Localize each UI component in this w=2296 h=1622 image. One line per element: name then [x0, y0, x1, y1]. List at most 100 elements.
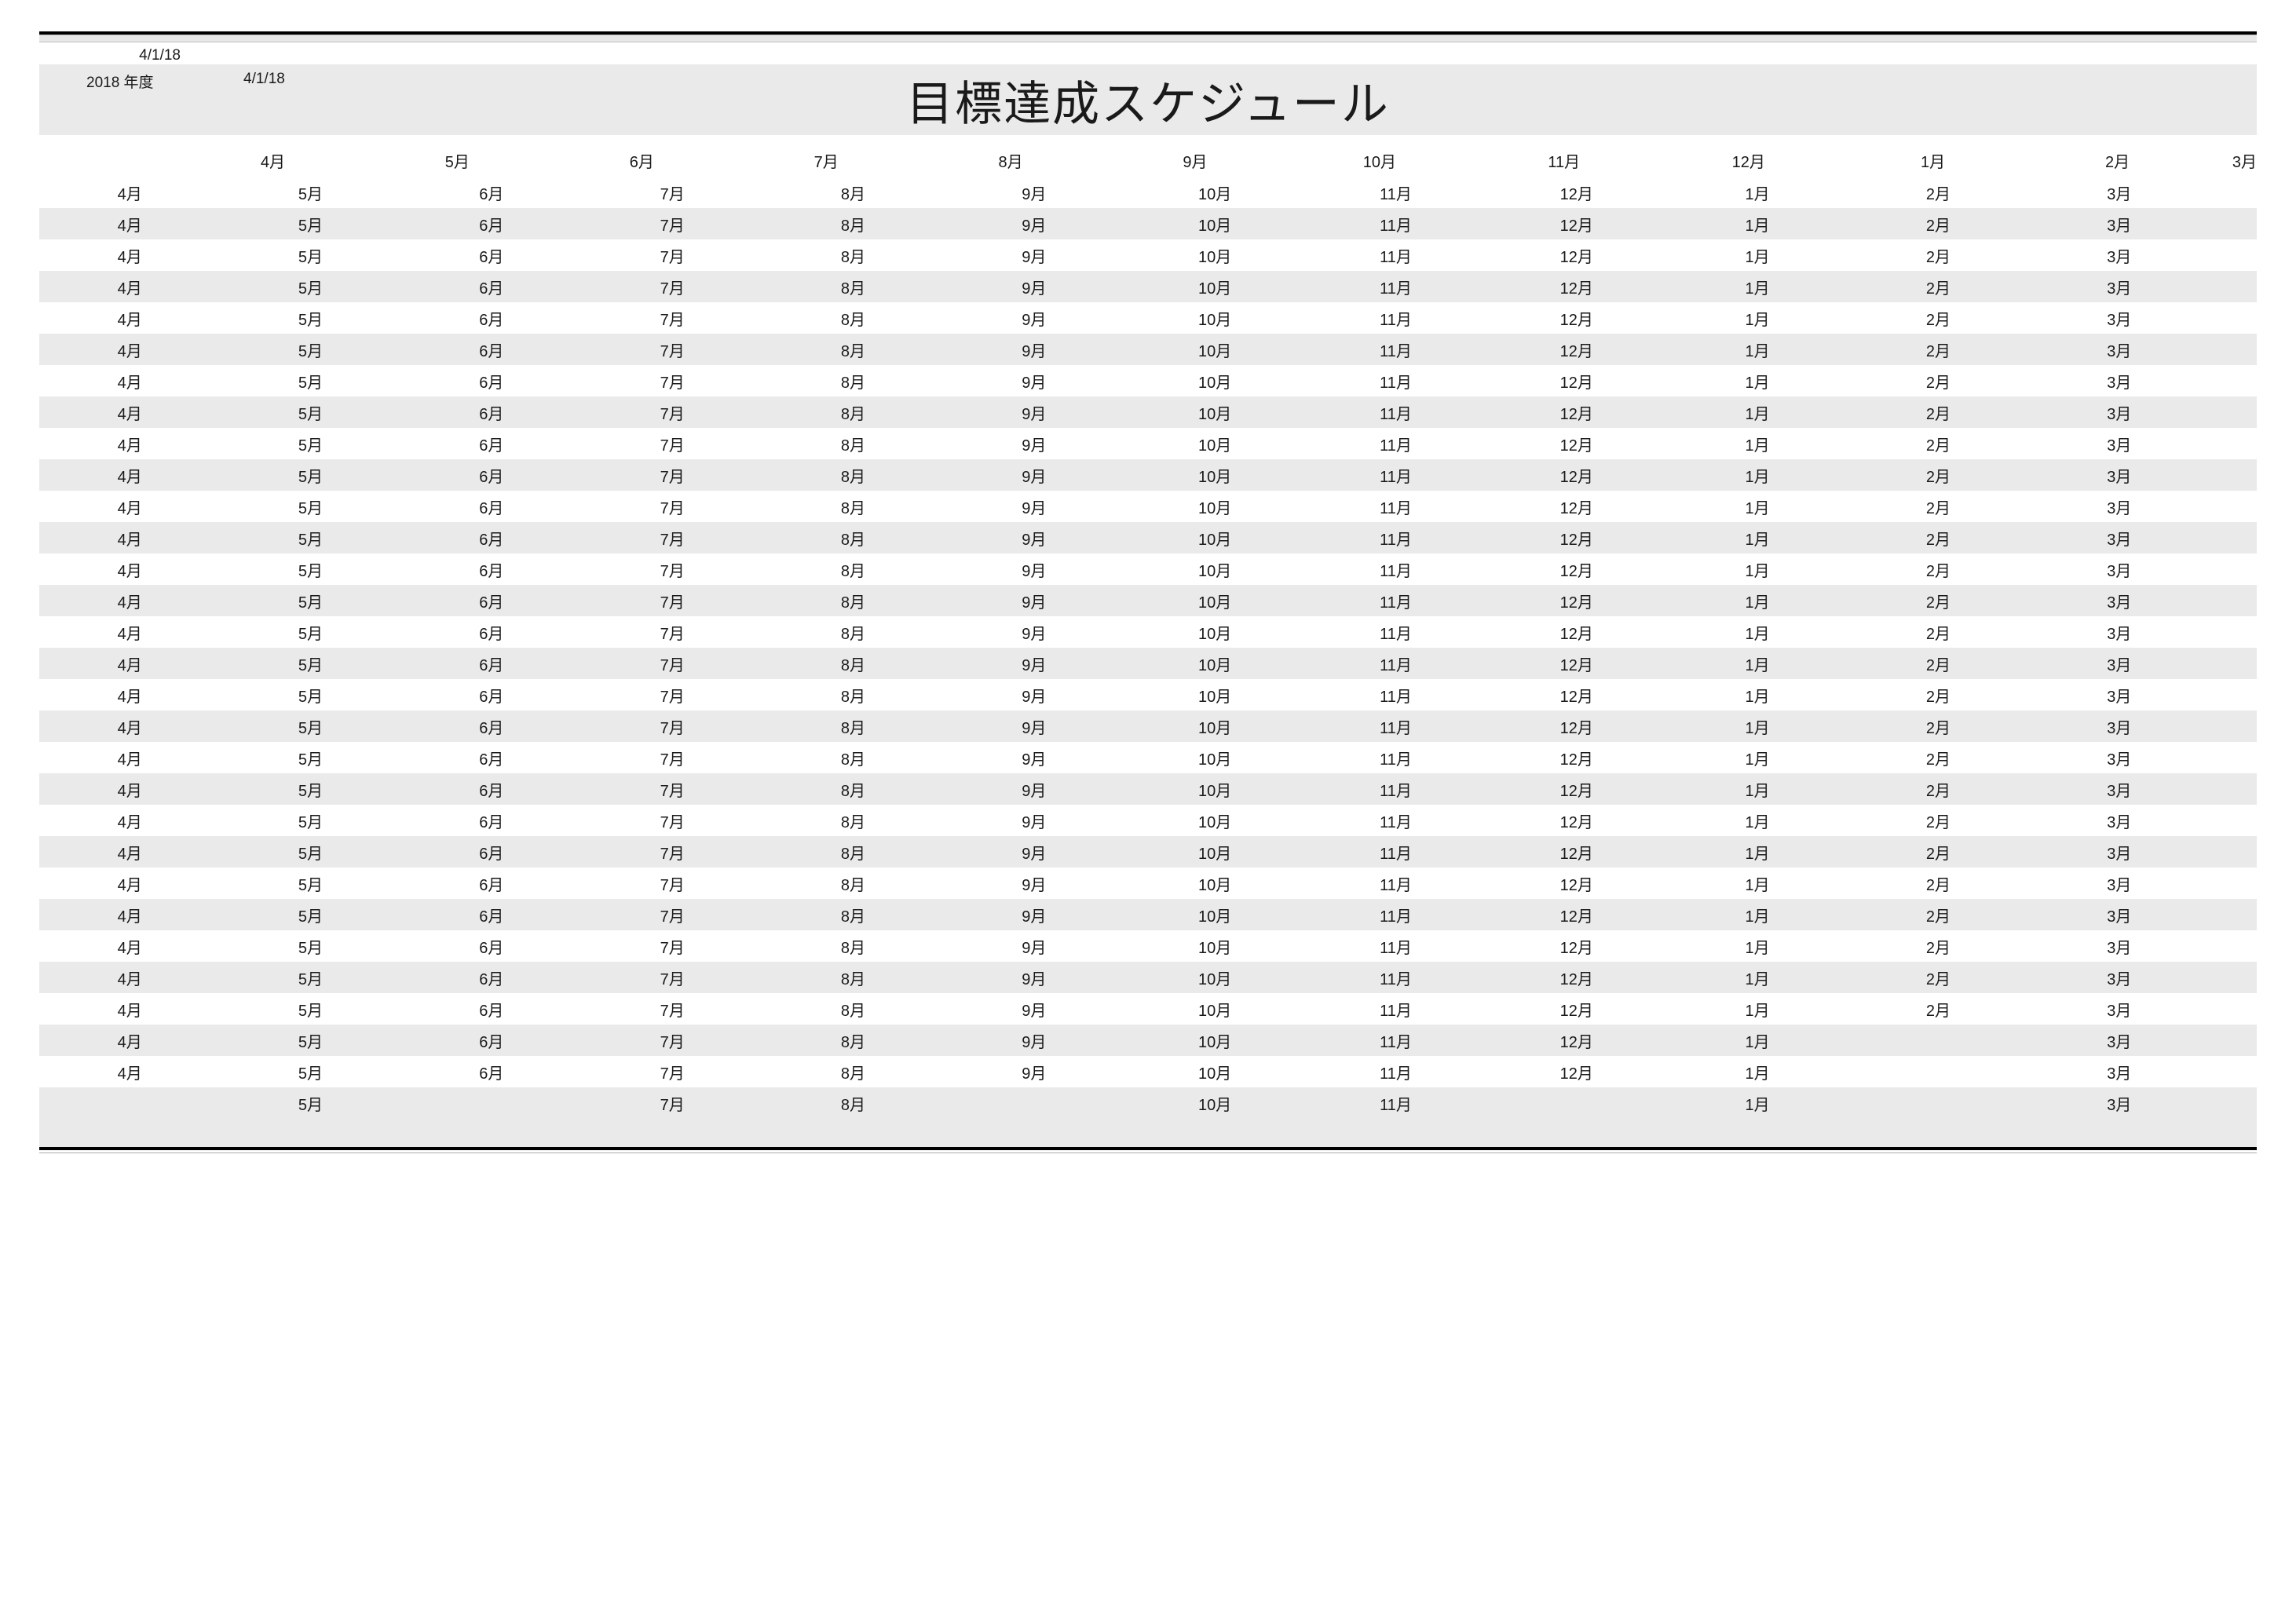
table-row: 4月5月6月7月8月9月10月11月12月1月2月3月	[39, 208, 2257, 239]
table-cell: 12月	[1486, 747, 1667, 769]
table-cell: 10月	[1124, 747, 1305, 769]
date-row: 4/1/18	[39, 42, 2257, 64]
table-cell: 4月	[39, 244, 220, 267]
table-cell: 12月	[1486, 370, 1667, 393]
table-cell: 12月	[1486, 495, 1667, 518]
table-cell: 1月	[1667, 1029, 1848, 1052]
table-cell: 6月	[401, 370, 582, 393]
table-cell: 3月	[2029, 809, 2210, 832]
table-cell: 6月	[401, 872, 582, 895]
table-cell: 3月	[2029, 747, 2210, 769]
table-cell: 7月	[582, 464, 762, 487]
table-cell: 1月	[1667, 966, 1848, 989]
table-cell: 4月	[39, 621, 220, 644]
table-cell: 2月	[1848, 652, 2028, 675]
table-cell: 2月	[1848, 684, 2028, 707]
table-cell: 9月	[944, 966, 1124, 989]
table-cell: 11月	[1305, 684, 1486, 707]
table-cell: 2月	[1848, 181, 2028, 204]
table-cell: 5月	[220, 747, 400, 769]
table-cell: 5月	[220, 1029, 400, 1052]
table-cell: 3月	[2029, 904, 2210, 926]
table-cell: 10月	[1124, 652, 1305, 675]
table-cell: 1月	[1667, 998, 1848, 1021]
table-cell: 1月	[1667, 307, 1848, 330]
table-cell: 11月	[1305, 652, 1486, 675]
table-cell: 4月	[39, 370, 220, 393]
table-cell: 3月	[2029, 181, 2210, 204]
table-cell: 3月	[2029, 558, 2210, 581]
table-cell: 7月	[582, 1029, 762, 1052]
table-cell: 6月	[401, 213, 582, 236]
table-row: 4月5月6月7月8月9月10月11月12月1月2月3月	[39, 773, 2257, 805]
table-cell: 7月	[582, 1061, 762, 1083]
table-cell: 11月	[1305, 433, 1486, 455]
table-cell: 7月	[582, 1092, 762, 1115]
table-cell: 4月	[39, 527, 220, 550]
table-cell: 6月	[401, 747, 582, 769]
table-cell: 1月	[1667, 464, 1848, 487]
table-cell: 6月	[401, 338, 582, 361]
table-cell: 2月	[1848, 276, 2028, 298]
table-cell: 3月	[2029, 1061, 2210, 1083]
table-cell: 1月	[1667, 715, 1848, 738]
table-cell: 5月	[220, 809, 400, 832]
table-cell: 9月	[944, 715, 1124, 738]
table-cell: 4月	[39, 652, 220, 675]
table-cell: 6月	[401, 998, 582, 1021]
table-cell: 9月	[944, 401, 1124, 424]
table-cell: 9月	[944, 338, 1124, 361]
table-cell: 6月	[401, 1029, 582, 1052]
table-cell: 6月	[401, 684, 582, 707]
table-cell: 9月	[944, 433, 1124, 455]
table-cell: 6月	[401, 1061, 582, 1083]
table-cell: 7月	[582, 433, 762, 455]
table-cell: 7月	[582, 715, 762, 738]
table-cell: 7月	[582, 401, 762, 424]
table-cell: 5月	[220, 715, 400, 738]
table-cell: 5月	[220, 401, 400, 424]
table-cell: 10月	[1124, 213, 1305, 236]
table-row: 4月5月6月7月8月9月10月11月12月1月2月3月	[39, 962, 2257, 993]
table-row: 4月5月6月7月8月9月10月11月12月1月2月3月	[39, 899, 2257, 930]
table-cell: 1月	[1667, 747, 1848, 769]
table-cell: 8月	[762, 621, 943, 644]
table-cell: 9月	[944, 998, 1124, 1021]
table-cell: 2月	[1848, 307, 2028, 330]
bottom-border	[39, 1147, 2257, 1153]
table-cell: 10月	[1124, 935, 1305, 958]
table-cell: 11月	[1305, 778, 1486, 801]
table-cell: 7月	[582, 527, 762, 550]
table-cell: 3月	[2029, 872, 2210, 895]
table-cell: 9月	[944, 841, 1124, 864]
table-cell: 1月	[1667, 684, 1848, 707]
table-cell: 11月	[1305, 495, 1486, 518]
table-cell: 5月	[220, 998, 400, 1021]
table-cell: 10月	[1124, 464, 1305, 487]
table-row: 4月5月6月7月8月9月10月11月12月1月2月3月	[39, 930, 2257, 962]
table-cell: 1月	[1667, 495, 1848, 518]
table-cell: 4月	[39, 213, 220, 236]
table-cell: 1月	[1667, 621, 1848, 644]
table-cell: 7月	[582, 841, 762, 864]
table-cell: 10月	[1124, 966, 1305, 989]
top-gray-bar	[39, 35, 2257, 42]
table-cell: 4月	[39, 872, 220, 895]
table-row: 4月5月6月7月8月9月10月11月12月1月2月3月	[39, 271, 2257, 302]
table-cell: 1月	[1667, 841, 1848, 864]
table-cell: 5月	[220, 904, 400, 926]
table-cell: 5月	[220, 872, 400, 895]
table-cell: 8月	[762, 747, 943, 769]
table-cell: 4月	[39, 558, 220, 581]
table-cell: 3月	[2029, 1029, 2210, 1052]
table-cell: 12月	[1486, 433, 1667, 455]
table-cell: 5月	[220, 684, 400, 707]
table-cell: 7月	[582, 872, 762, 895]
table-cell: 12月	[1486, 276, 1667, 298]
table-cell: 11月	[1305, 904, 1486, 926]
table-cell: 11月	[1305, 809, 1486, 832]
table-cell: 2月	[1848, 527, 2028, 550]
header-month: 7月	[734, 149, 919, 172]
table-cell: 6月	[401, 809, 582, 832]
table-cell: 2月	[1848, 778, 2028, 801]
